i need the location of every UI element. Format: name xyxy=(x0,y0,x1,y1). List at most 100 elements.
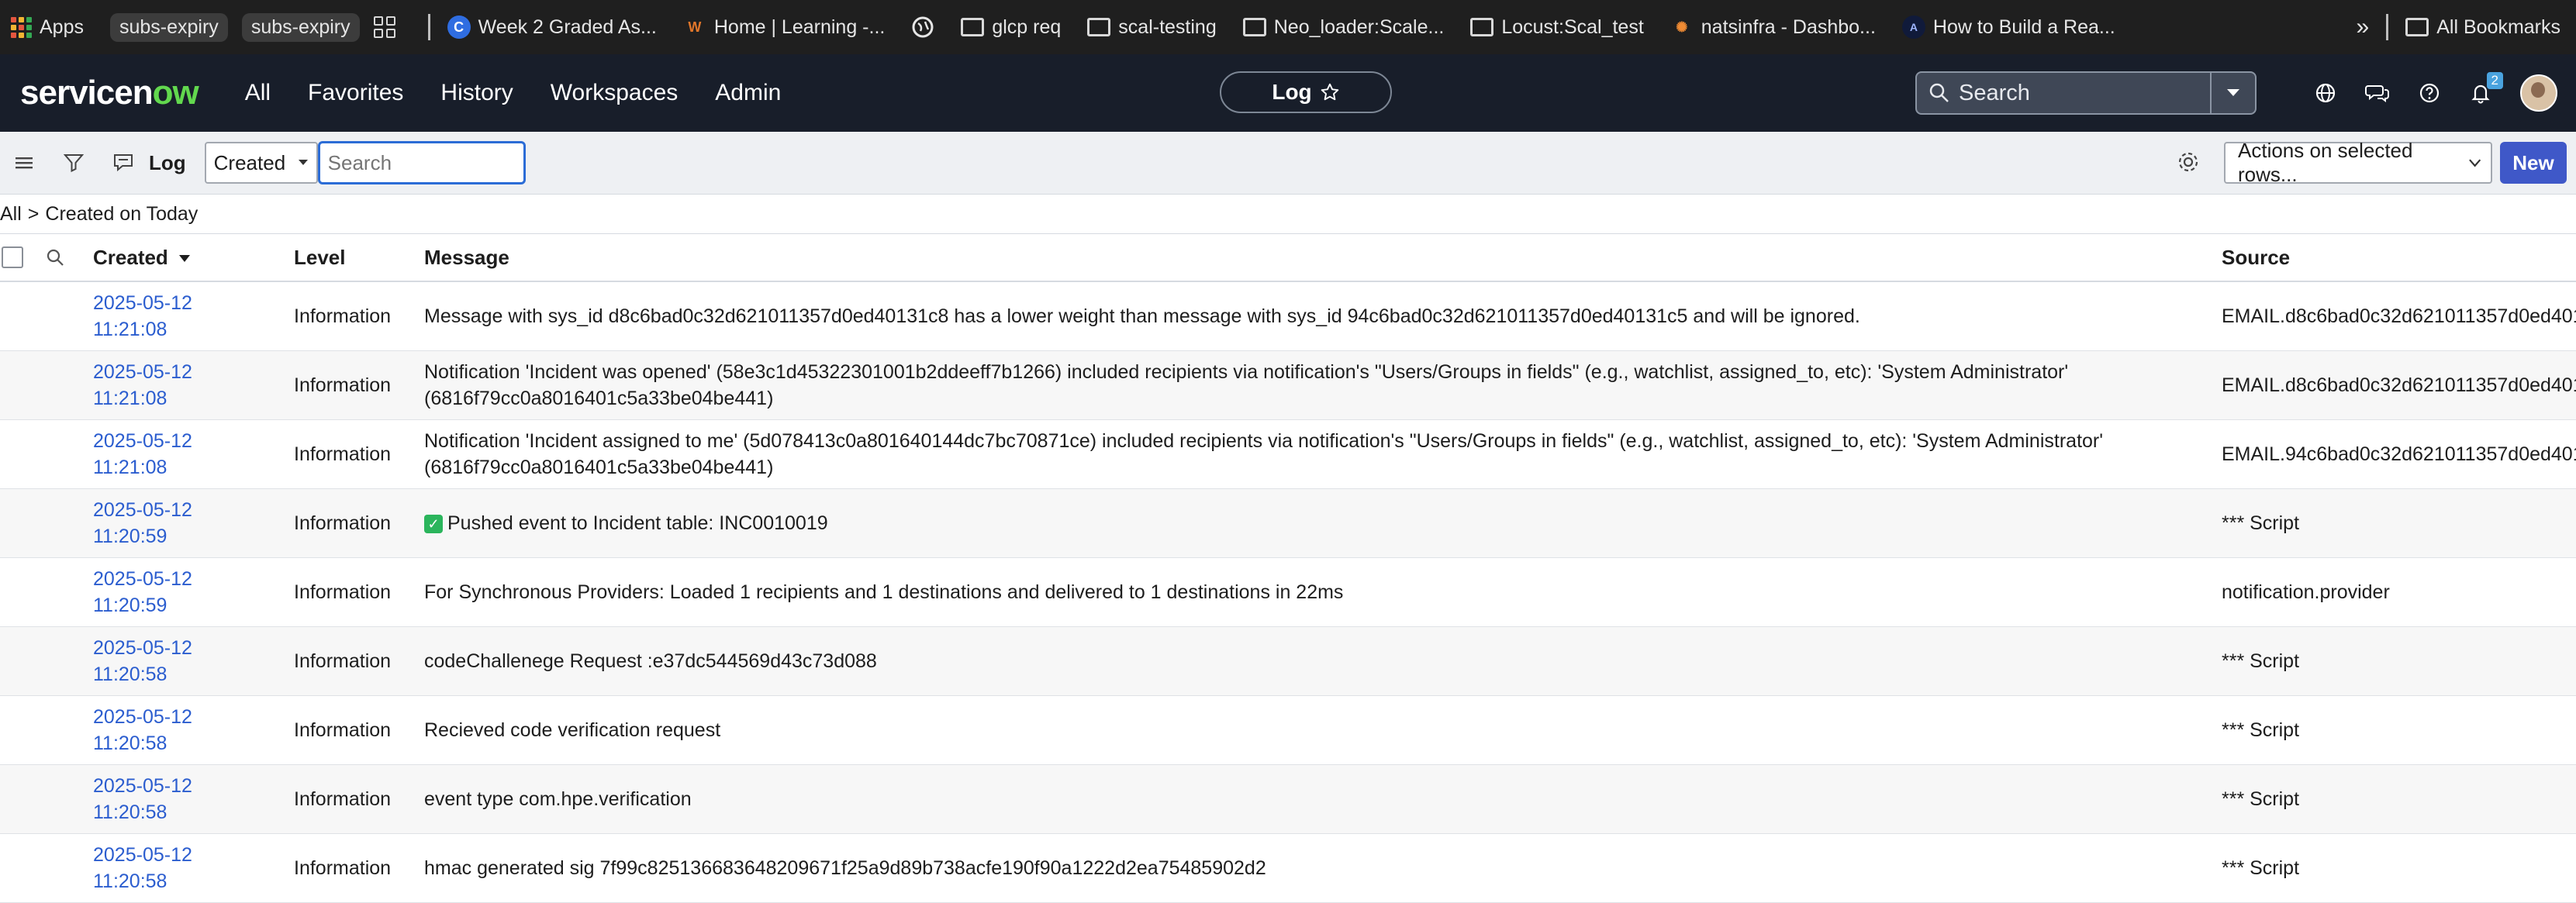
nav-admin[interactable]: Admin xyxy=(715,80,781,106)
row-created-link[interactable]: 2025-05-12 11:20:58 xyxy=(93,627,294,696)
table-row[interactable]: 2025-05-12 11:20:59 Information For Sync… xyxy=(0,558,2576,627)
row-source: EMAIL.d8c6bad0c32d621011357d0ed40131c8 xyxy=(2222,374,2576,396)
list-toolbar: Log Created Actions on selected rows... … xyxy=(0,132,2576,195)
bookmark-scal-testing[interactable]: scal-testing xyxy=(1087,16,1217,39)
comments-icon[interactable] xyxy=(110,150,136,176)
global-search-placeholder: Search xyxy=(1959,80,2030,105)
servicenow-logo[interactable]: servicenow xyxy=(20,74,199,112)
search-scope-dropdown[interactable] xyxy=(2210,73,2255,113)
row-level: Information xyxy=(294,374,392,396)
column-header-level[interactable]: Level xyxy=(294,234,424,282)
filter-icon[interactable] xyxy=(60,150,87,176)
apps-grid-icon xyxy=(11,16,32,38)
context-title: Log xyxy=(1272,80,1312,104)
column-header-source[interactable]: Source xyxy=(2222,234,2576,282)
bookmark-week2[interactable]: C Week 2 Graded As... xyxy=(447,16,657,39)
row-select-cell xyxy=(0,489,34,558)
row-level: Information xyxy=(294,512,392,534)
bookmarks-divider xyxy=(427,14,430,40)
bookmark-label: Home | Learning -... xyxy=(713,16,886,38)
bookmark-glcp-req[interactable]: glcp req xyxy=(961,16,1061,39)
bookmark-apps[interactable]: Apps xyxy=(11,16,84,39)
list-settings-gear-icon[interactable] xyxy=(2176,150,2201,174)
row-level: Information xyxy=(294,650,392,672)
table-row[interactable]: 2025-05-12 11:20:58 Information event ty… xyxy=(0,764,2576,834)
row-spacer-cell xyxy=(34,489,93,558)
breadcrumb-filter[interactable]: Created on Today xyxy=(45,203,198,226)
row-source: notification.provider xyxy=(2222,581,2390,603)
breadcrumb: All > Created on Today xyxy=(0,195,2576,234)
list-search-input[interactable] xyxy=(317,141,526,184)
search-field-select[interactable]: Created xyxy=(204,142,318,184)
nav-history[interactable]: History xyxy=(440,80,513,106)
table-row[interactable]: 2025-05-12 11:20:58 Information codeChal… xyxy=(0,626,2576,696)
table-row[interactable]: 2025-05-12 11:21:08 Information Notifica… xyxy=(0,420,2576,489)
table-row[interactable]: 2025-05-12 11:20:58 Information hmac gen… xyxy=(0,834,2576,903)
row-select-cell xyxy=(0,834,34,903)
breadcrumb-all[interactable]: All xyxy=(0,203,22,226)
globe-icon[interactable] xyxy=(2314,81,2337,105)
more-bookmarks-button[interactable]: » xyxy=(2357,14,2370,40)
grafana-icon: ✺ xyxy=(1676,19,1688,35)
logo-text: servicen xyxy=(20,74,154,112)
bookmark-subs-expiry-1[interactable]: subs-expiry xyxy=(109,12,228,42)
bookmark-tab-groups[interactable] xyxy=(373,16,395,38)
global-search[interactable]: Search xyxy=(1915,71,2257,115)
row-created-link[interactable]: 2025-05-12 11:20:58 xyxy=(93,696,294,765)
table-row[interactable]: 2025-05-12 11:20:59 Information ✓ Pushed … xyxy=(0,488,2576,558)
table-row[interactable]: 2025-05-12 11:21:08 Information Message … xyxy=(0,281,2576,351)
star-icon[interactable] xyxy=(1320,82,1340,102)
user-avatar[interactable] xyxy=(2520,74,2557,112)
actions-label: Actions on selected rows... xyxy=(2238,139,2413,186)
table-row[interactable]: 2025-05-12 11:20:58 Information Recieved… xyxy=(0,696,2576,765)
folder-icon xyxy=(1087,18,1111,36)
column-search-icon[interactable] xyxy=(45,247,93,267)
row-created-link[interactable]: 2025-05-12 11:20:58 xyxy=(93,834,294,903)
row-source: *** Script xyxy=(2222,719,2300,741)
bookmark-how-to-build[interactable]: A How to Build a Rea... xyxy=(1901,16,2115,39)
row-created-link[interactable]: 2025-05-12 11:20:59 xyxy=(93,489,294,558)
row-select-cell xyxy=(0,420,34,489)
row-level: Information xyxy=(294,305,392,327)
row-spacer-cell xyxy=(34,281,93,351)
row-level: Information xyxy=(294,443,392,465)
notifications-bell-icon[interactable]: 2 xyxy=(2469,72,2503,105)
all-bookmarks-button[interactable]: All Bookmarks xyxy=(2405,16,2560,39)
column-search-cell xyxy=(34,234,93,282)
all-bookmarks-label: All Bookmarks xyxy=(2436,16,2560,38)
row-created-link[interactable]: 2025-05-12 11:21:08 xyxy=(93,420,294,489)
nav-workspaces[interactable]: Workspaces xyxy=(551,80,679,106)
chevron-down-icon xyxy=(2468,159,2481,167)
learning-icon: W xyxy=(688,19,702,35)
actions-on-selected-rows-select[interactable]: Actions on selected rows... xyxy=(2224,139,2492,186)
log-table: Created Level Message Source 2025-05-12 … xyxy=(0,234,2576,903)
bookmark-home-learning[interactable]: W Home | Learning -... xyxy=(683,16,885,39)
header-icons: 2 xyxy=(2314,54,2557,132)
bookmark-natsinfra[interactable]: ✺ natsinfra - Dashbo... xyxy=(1670,16,1876,39)
column-header-message[interactable]: Message xyxy=(424,234,2222,282)
select-all-checkbox[interactable] xyxy=(2,246,23,268)
table-row[interactable]: 2025-05-12 11:21:08 Information Notifica… xyxy=(0,350,2576,420)
nav-all[interactable]: All xyxy=(245,80,271,106)
bookmark-neo-loader[interactable]: Neo_loader:Scale... xyxy=(1242,16,1444,39)
search-icon xyxy=(1928,81,1951,105)
row-select-cell xyxy=(0,696,34,765)
row-created-link[interactable]: 2025-05-12 11:20:59 xyxy=(93,558,294,627)
new-record-button[interactable]: New xyxy=(2500,142,2567,184)
row-message: Notification 'Incident assigned to me' (… xyxy=(424,430,2104,478)
context-title-pill[interactable]: Log xyxy=(1220,71,1392,113)
bookmark-label: subs-expiry xyxy=(119,16,219,38)
chat-icon[interactable] xyxy=(2365,81,2390,105)
help-icon[interactable] xyxy=(2418,81,2441,105)
bookmark-subs-expiry-2[interactable]: subs-expiry xyxy=(241,12,360,42)
row-created-link[interactable]: 2025-05-12 11:21:08 xyxy=(93,351,294,420)
bookmark-locust[interactable]: Locust:Scal_test xyxy=(1470,16,1644,39)
article-site-icon: A xyxy=(1901,16,1925,39)
row-created-link[interactable]: 2025-05-12 11:20:58 xyxy=(93,765,294,834)
column-header-created[interactable]: Created xyxy=(93,234,294,282)
nav-favorites[interactable]: Favorites xyxy=(308,80,403,106)
bookmark-globe[interactable] xyxy=(911,16,934,39)
hamburger-menu-icon[interactable] xyxy=(11,150,37,176)
select-all-cell xyxy=(0,234,34,282)
row-created-link[interactable]: 2025-05-12 11:21:08 xyxy=(93,281,294,351)
